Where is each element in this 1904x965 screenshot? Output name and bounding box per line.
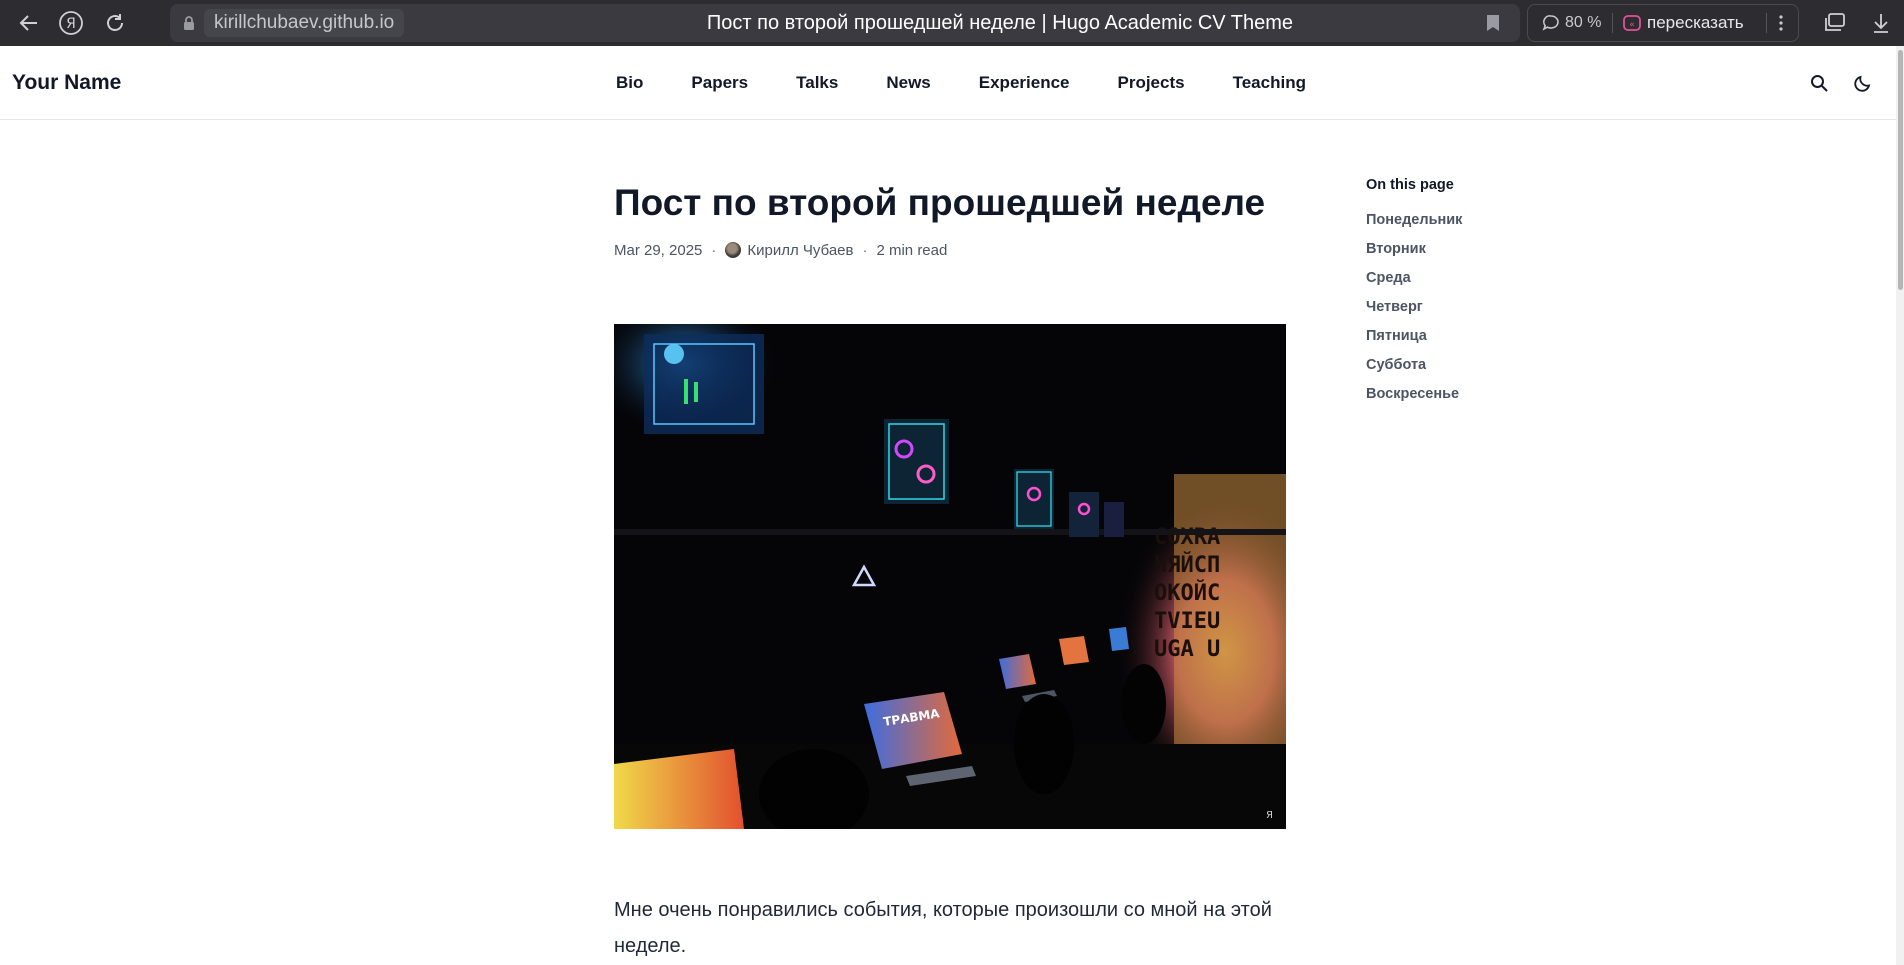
bookmark-icon[interactable] — [1486, 14, 1500, 37]
scrollbar-thumb[interactable] — [1898, 50, 1903, 290]
browser-toolbar: Я kirillchubaev.github.io Пост по второй… — [0, 0, 1904, 46]
divider — [1612, 13, 1613, 33]
zoom-value: 80 % — [1565, 14, 1602, 31]
search-icon[interactable] — [1806, 70, 1832, 96]
toc-item-sunday[interactable]: Воскресенье — [1366, 380, 1606, 409]
toc-item-thursday[interactable]: Четверг — [1366, 293, 1606, 322]
back-arrow-icon[interactable] — [14, 8, 44, 38]
main-nav: Bio Papers Talks News Experience Project… — [0, 46, 1904, 119]
nav-item-bio[interactable]: Bio — [616, 46, 643, 119]
table-of-contents: On this page Понедельник Вторник Среда Ч… — [1366, 177, 1606, 409]
page-tab-title: Пост по второй прошедшей неделе | Hugo A… — [706, 12, 1294, 34]
read-time: 2 min read — [876, 241, 948, 259]
nav-item-talks[interactable]: Talks — [796, 46, 838, 119]
meta-separator: · — [711, 241, 717, 259]
toc-item-tuesday[interactable]: Вторник — [1366, 235, 1606, 264]
toc-item-friday[interactable]: Пятница — [1366, 322, 1606, 351]
retell-label: пересказать — [1647, 13, 1744, 32]
reload-icon[interactable] — [100, 8, 130, 38]
meta-separator: · — [862, 241, 868, 259]
featured-image: COXRA НЯЙСП OKOЙC TVIEU UGA U ТРАВМА Я — [614, 324, 1286, 829]
kebab-menu-icon[interactable] — [1768, 8, 1794, 38]
nav-item-papers[interactable]: Papers — [691, 46, 748, 119]
page-scrollbar[interactable] — [1896, 46, 1904, 965]
nav-item-teaching[interactable]: Teaching — [1233, 46, 1306, 119]
nav-item-experience[interactable]: Experience — [979, 46, 1070, 119]
wall-text-line: НЯЙСП — [1154, 552, 1220, 578]
post-author[interactable]: Кирилл Чубаев — [747, 242, 853, 259]
avatar — [725, 242, 742, 258]
post-meta: Mar 29, 2025 · Кирилл Чубаев · 2 min rea… — [614, 239, 947, 261]
zoom-indicator[interactable]: 80 % — [1542, 5, 1601, 41]
wall-text-line: UGA U — [1154, 637, 1220, 662]
lock-icon — [182, 15, 196, 36]
toc-item-saturday[interactable]: Суббота — [1366, 351, 1606, 380]
wall-text-line: COXRA — [1154, 525, 1220, 550]
post-body-paragraph: Мне очень понравились события, которые п… — [614, 899, 1272, 957]
image-watermark: Я — [1266, 810, 1273, 821]
download-icon[interactable] — [1866, 8, 1896, 38]
toc-item-wednesday[interactable]: Среда — [1366, 264, 1606, 293]
toc-item-monday[interactable]: Понедельник — [1366, 206, 1606, 235]
tabs-icon[interactable] — [1820, 8, 1850, 38]
yandex-logo-icon[interactable]: Я — [56, 8, 86, 38]
retell-button[interactable]: « пересказать — [1623, 5, 1744, 41]
toc-title: On this page — [1366, 177, 1454, 193]
nav-item-news[interactable]: News — [886, 46, 930, 119]
comment-icon — [1542, 15, 1559, 31]
retell-icon: « — [1623, 15, 1641, 31]
site-brand[interactable]: Your Name — [12, 46, 121, 119]
address-bar[interactable]: kirillchubaev.github.io Пост по второй п… — [170, 4, 1520, 42]
url-domain[interactable]: kirillchubaev.github.io — [204, 9, 405, 37]
svg-text:«: « — [1629, 20, 1635, 30]
yandex-glyph: Я — [66, 16, 76, 32]
post-date: Mar 29, 2025 — [614, 241, 703, 259]
wall-text-line: OKOЙC — [1154, 580, 1220, 606]
post-title: Пост по второй прошедшей неделе — [614, 182, 1266, 223]
wall-text-line: TVIEU — [1154, 609, 1220, 634]
divider — [1766, 13, 1767, 33]
nav-item-projects[interactable]: Projects — [1118, 46, 1185, 119]
moon-icon[interactable] — [1850, 70, 1876, 96]
browser-extension-group: 80 % « пересказать — [1527, 4, 1799, 42]
site-header: Your Name Bio Papers Talks News Experien… — [0, 46, 1904, 120]
